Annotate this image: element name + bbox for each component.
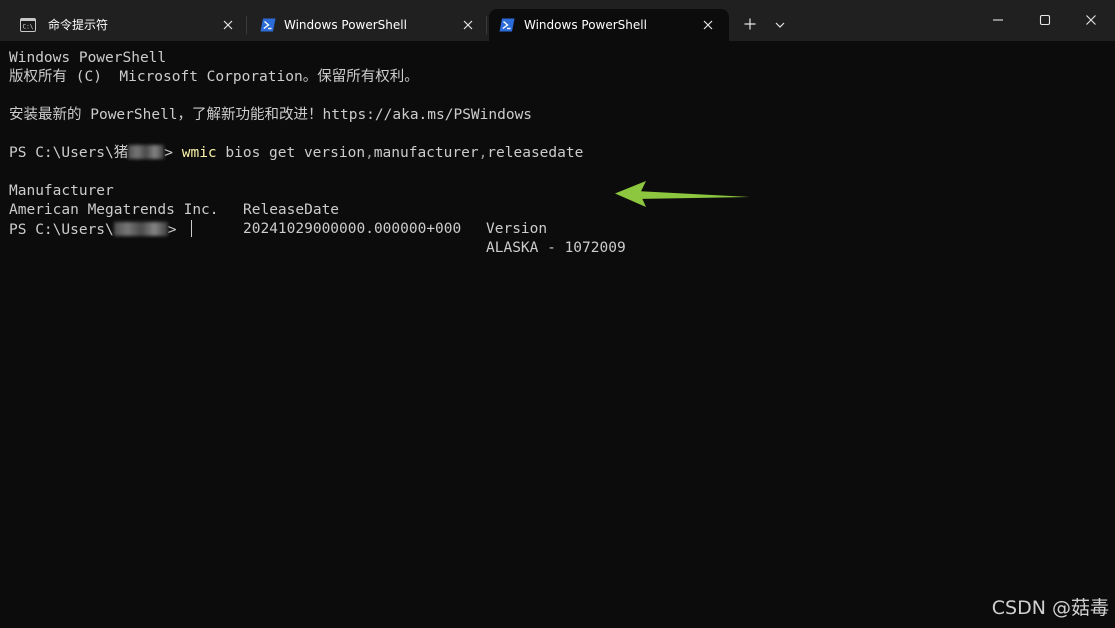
tab-windows-powershell-2[interactable]: Windows PowerShell: [489, 9, 729, 41]
redacted-username: [113, 222, 168, 236]
tab-command-prompt[interactable]: C:\ 命令提示符: [6, 9, 246, 41]
cell-releasedate: 20241029000000.000000+000: [243, 221, 462, 237]
command-arg-manufacturer: manufacturer: [373, 145, 479, 161]
title-bar: C:\ 命令提示符 Windows PowerShell Windows Pow…: [0, 0, 1115, 41]
tab-separator: [486, 16, 487, 34]
prompt-suffix: >: [164, 145, 182, 161]
svg-text:C:\: C:\: [23, 24, 34, 31]
redacted-username: [128, 145, 165, 159]
arrow-shaft: [636, 191, 750, 199]
cell-manufacturer: American Megatrends Inc.: [9, 202, 219, 218]
header-version: Version: [486, 221, 548, 237]
banner-title: Windows PowerShell: [9, 50, 167, 66]
annotation-arrow: [615, 181, 750, 207]
close-tab-icon[interactable]: [221, 18, 235, 32]
close-tab-icon[interactable]: [461, 18, 475, 32]
new-tab-icon[interactable]: [743, 17, 757, 31]
close-tab-icon[interactable]: [701, 18, 715, 32]
terminal-output[interactable]: Windows PowerShell 版权所有 (C) Microsoft Co…: [0, 41, 1115, 628]
text-cursor: [191, 220, 193, 237]
banner-install-hint: 安装最新的 PowerShell，了解新功能和改进！https://aka.ms…: [9, 107, 533, 123]
prompt-prefix: PS C:\Users\: [9, 222, 114, 238]
tab-label: Windows PowerShell: [284, 18, 407, 32]
close-window-icon[interactable]: [1085, 14, 1097, 26]
header-releasedate: ReleaseDate: [243, 202, 340, 218]
minimize-icon[interactable]: [992, 14, 1004, 26]
cmd-icon: C:\: [20, 18, 36, 32]
command-line: PS C:\Users\猪 > wmic bios get version,man…: [9, 144, 583, 163]
prompt-suffix: >: [167, 222, 186, 238]
tab-label: 命令提示符: [48, 18, 109, 32]
command-separator: ,: [478, 145, 488, 161]
current-prompt: PS C:\Users\ >: [9, 220, 193, 239]
chevron-down-icon[interactable]: [774, 19, 786, 31]
powershell-icon: [260, 18, 276, 32]
terminal-window: C:\ 命令提示符 Windows PowerShell Windows Pow…: [0, 0, 1115, 628]
watermark: CSDN @菇毒: [991, 597, 1109, 619]
command-arg-releasedate: releasedate: [487, 145, 584, 161]
maximize-icon[interactable]: [1039, 14, 1051, 26]
command-exe: wmic: [181, 145, 217, 161]
powershell-icon: [499, 18, 515, 32]
tab-separator: [246, 16, 247, 34]
tab-label: Windows PowerShell: [524, 18, 647, 32]
banner-copyright: 版权所有 (C) Microsoft Corporation。保留所有权利。: [9, 69, 419, 85]
command-args: bios get version: [216, 145, 366, 161]
cell-version: ALASKA - 1072009: [486, 240, 626, 256]
command-separator: ,: [365, 145, 374, 161]
tab-windows-powershell-1[interactable]: Windows PowerShell: [246, 9, 486, 41]
prompt-prefix: PS C:\Users\猪: [9, 145, 129, 161]
